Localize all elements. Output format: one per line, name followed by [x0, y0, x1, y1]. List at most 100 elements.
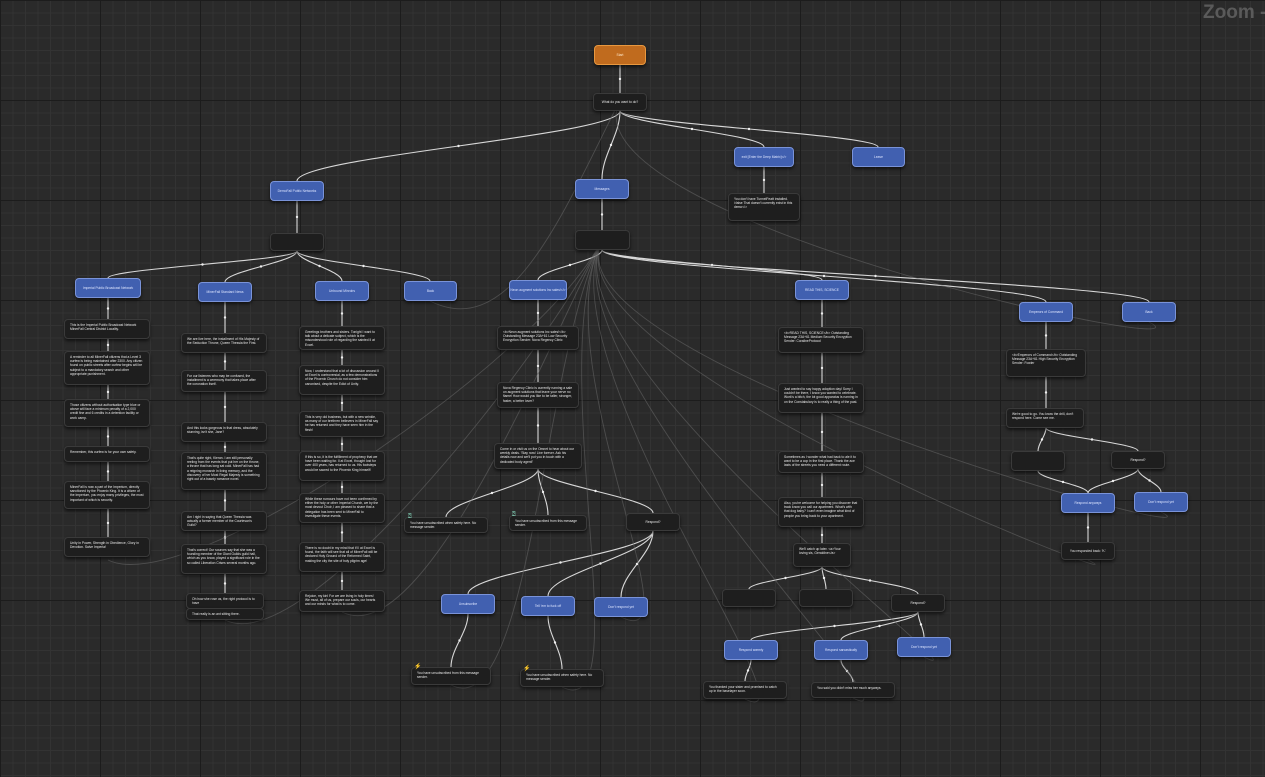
dialogue-node-readthis-4[interactable]: Also, you're welcome for helping you dis…: [778, 497, 864, 527]
wire: [537, 468, 549, 516]
result-node-augment-2[interactable]: You have unsubscribed from this message …: [509, 515, 587, 531]
choice-back-messages[interactable]: Back: [1122, 302, 1176, 322]
respond-node-augment[interactable]: Respond?: [626, 513, 680, 531]
dialogue-node-imperial-1[interactable]: This is the Imperial Public Broadcast Ne…: [64, 319, 150, 339]
wire-arrow: [568, 263, 572, 267]
choice-dont-respond-readthis[interactable]: Don't respond yet: [897, 637, 951, 657]
wire-arrow: [223, 316, 227, 319]
dialogue-node-augment-1[interactable]: <b>Neon augment solutions Inc sales!</b>…: [497, 326, 579, 350]
choice-dont-respond-augment[interactable]: Don't respond yet: [594, 597, 648, 617]
question-icon: ⍰: [408, 514, 412, 520]
dialogue-node-standard-1[interactable]: We are live here, the installment of His…: [181, 333, 267, 353]
choice-unsubscribe[interactable]: Unsubscribe: [441, 594, 495, 614]
result-node-readthis-2[interactable]: You said you didn't miss her much anyway…: [811, 682, 895, 698]
dialogue-node-standard-6[interactable]: That's correct! Our sources say that she…: [181, 544, 267, 574]
dialogue-node-emperors-2[interactable]: We're good to go. You know the drill, do…: [1006, 408, 1084, 428]
dialogue-node-imperial-2[interactable]: A reminder to all MinerFall citizens tha…: [64, 351, 150, 385]
choice-tell-off[interactable]: Tell 'em to fuck off: [521, 596, 575, 616]
dialogue-node-emperors-1[interactable]: <b>Emperors of Command</b> Outstanding M…: [1006, 349, 1086, 377]
dialogue-node-imperial-6[interactable]: Unity in Power, Strength in Obedience, G…: [64, 537, 150, 557]
choice-messages[interactable]: Messages: [575, 179, 629, 199]
wire: [224, 250, 298, 283]
respond-node-readthis[interactable]: Respond?: [891, 594, 945, 612]
dialogue-node-augment-2[interactable]: Nova Regency Clinic is currently running…: [497, 382, 579, 408]
result-node-augment-3[interactable]: You have unsubscribed from this message …: [411, 667, 491, 685]
wire: [744, 659, 752, 682]
dialogue-node-augment-3[interactable]: Come in or visit us on the Omnet to hear…: [494, 443, 582, 469]
wire-arrow: [618, 77, 622, 81]
dialogue-node-main-question[interactable]: What do you want to do?: [593, 93, 647, 111]
dialogue-node-readthis-1[interactable]: <b>READ THIS, SCIENCE</b> Outstanding Me…: [778, 327, 864, 353]
dialogue-node-standard-7[interactable]: Oh how she rose us, the right protocol i…: [186, 593, 264, 609]
hub-node-emperors[interactable]: [1011, 451, 1065, 471]
dialogue-node-unbound-4[interactable]: If this is so, it is the fulfillment of …: [299, 451, 385, 481]
dialogue-node-standard-2[interactable]: For our listeners who may be confused, t…: [181, 370, 267, 392]
result-node-emperors-1[interactable]: You responded back: 'K.': [1061, 542, 1115, 560]
wire: [547, 615, 563, 670]
dialogue-node-standard-3[interactable]: And this looks gorgeous in that dress, a…: [181, 422, 267, 442]
hub-node-messages[interactable]: [575, 230, 630, 250]
dialogue-node-imperial-5[interactable]: MinerFall is now a part of the Imperium,…: [64, 481, 150, 509]
wire: [840, 611, 919, 641]
dialogue-node-unbound-6[interactable]: There is no doubt in my mind that if Il …: [299, 542, 385, 572]
choice-read-this[interactable]: READ THIS, SCIENCE: [795, 280, 849, 300]
choice-back-public[interactable]: Back: [404, 281, 457, 301]
choice-emperors[interactable]: Emperors of Command: [1019, 302, 1073, 322]
wire: [620, 530, 654, 598]
wire-arrow: [457, 144, 460, 148]
choice-dont-respond-emperors[interactable]: Don't respond yet: [1134, 492, 1188, 512]
wire-arrow: [340, 312, 344, 315]
result-node-augment-1[interactable]: You have unsubscribed when safety here. …: [404, 517, 488, 533]
wire-arrow: [845, 669, 849, 673]
wire: [601, 249, 1150, 303]
wire-arrow: [1044, 391, 1048, 394]
choice-standard-news[interactable]: MinerFall Standard News: [198, 282, 252, 302]
hub-node-readthis-1[interactable]: [722, 589, 776, 607]
wire: [537, 468, 654, 514]
wire-arrow: [340, 401, 344, 405]
dialogue-node-unbound-1[interactable]: Greetings brothers and sisters. Tonight …: [299, 326, 385, 350]
wire: [296, 250, 343, 282]
start-node[interactable]: Start: [594, 45, 646, 65]
wire-arrow: [1111, 479, 1115, 483]
wire: [619, 110, 765, 148]
dialogue-node-readthis-2[interactable]: Just wanted to say happy adoption day! S…: [778, 383, 864, 413]
graph-canvas[interactable]: Zoom -3 Start What do you want to do? De…: [0, 0, 1265, 777]
choice-leave[interactable]: Leave: [852, 147, 905, 167]
wire-arrow: [919, 623, 923, 626]
choice-respond-anyways[interactable]: Respond anyways: [1061, 493, 1115, 513]
choice-imperial-broadcast[interactable]: Imperial Public Broadcast Network: [75, 278, 141, 298]
wire-arrow: [340, 442, 344, 446]
result-node-augment-4[interactable]: You have unsubscribed when safety here. …: [520, 669, 604, 687]
respond-node-emperors[interactable]: Respond?: [1111, 451, 1165, 469]
dialogue-node-standard-8[interactable]: That really is an ant sitting there.: [186, 608, 264, 620]
choice-augment-sales[interactable]: Neon augment solutions Inc sales!</>: [509, 280, 567, 300]
choice-deep-matrix[interactable]: exit [Enter the Deep Matrix]</>: [734, 147, 794, 167]
dialogue-node-unbound-7[interactable]: Rejoice, my kin! For we are living in ho…: [299, 590, 385, 612]
dialogue-node-unbound-2[interactable]: Now, I understand that a lot of discussi…: [299, 365, 385, 395]
dialogue-node-standard-4[interactable]: That's quite right, Kieran. I am still p…: [181, 452, 267, 490]
dialogue-node-unbound-3[interactable]: This is very old business, but with a ne…: [299, 411, 385, 437]
wire-arrow: [541, 490, 545, 494]
hub-node-public[interactable]: [270, 233, 324, 251]
choice-respond-sarcastically[interactable]: Respond sarcastically: [814, 640, 868, 660]
wire: [601, 249, 823, 281]
wire-arrow: [1061, 480, 1065, 484]
choice-public-networks[interactable]: DemoFall Public Networks: [270, 181, 324, 201]
choice-respond-warmly[interactable]: Respond warmly: [724, 640, 778, 660]
choice-unbound[interactable]: Unbound Minrolrs: [315, 281, 369, 301]
result-node-readthis-1[interactable]: You thanked your sister and promised to …: [703, 681, 787, 699]
dialogue-node-imperial-4[interactable]: Remember, this curfew is for your own sa…: [64, 446, 150, 462]
wire-arrow: [106, 307, 110, 310]
dialogue-node-unbound-5[interactable]: While these rumours have not been confir…: [299, 493, 385, 523]
wire-arrow: [833, 624, 836, 628]
wire-arrow: [1148, 479, 1151, 482]
dialogue-node-readthis-3[interactable]: Sometimes as I wonder what had back to a…: [778, 451, 864, 473]
dialogue-node-readthis-5[interactable]: We'll catch up later. <a>Your loving sis…: [793, 543, 851, 567]
dialogue-node-standard-5[interactable]: Am I right in saying that Queen Thessia …: [181, 511, 267, 531]
return-wire: [598, 239, 1168, 518]
dialogue-node-imperial-3[interactable]: Those citizens without authorisation typ…: [64, 399, 150, 427]
hub-node-readthis-2[interactable]: [799, 589, 853, 607]
dialogue-node-deep-matrix[interactable]: You don't have TunnelFeatt installed. i:…: [728, 193, 800, 221]
wire-arrow: [820, 533, 824, 537]
